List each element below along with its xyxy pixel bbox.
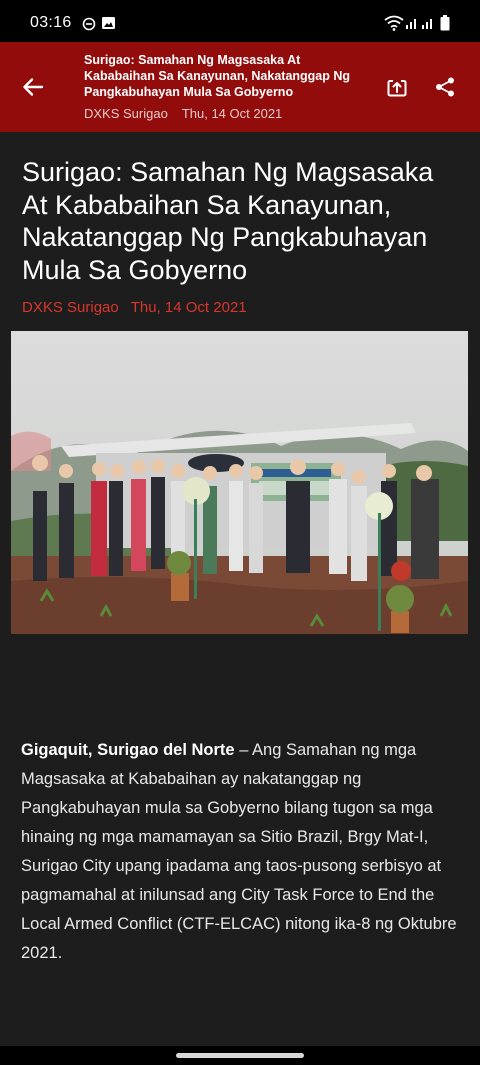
signal-icon (421, 16, 435, 35)
app-bar: Surigao: Samahan Ng Magsasaka At Kababai… (0, 42, 480, 132)
article-body: Gigaquit, Surigao del Norte – Ang Samaha… (21, 736, 461, 968)
status-time: 03:16 (30, 14, 72, 31)
back-arrow-icon[interactable] (20, 74, 46, 100)
home-gesture-handle[interactable] (176, 1053, 304, 1058)
app-bar-date: Thu, 14 Oct 2021 (181, 106, 283, 121)
article-body-text: – Ang Samahan ng mga Magsasaka at Kababa… (21, 741, 457, 962)
app-bar-source: DXKS Surigao (84, 106, 168, 121)
article-dateline: Gigaquit, Surigao del Norte (21, 741, 235, 759)
status-bar: 03:16 (0, 0, 480, 42)
share-icon[interactable] (434, 76, 456, 98)
article-headline: Surigao: Samahan Ng Magsasaka At Kababai… (22, 157, 434, 285)
article-source[interactable]: DXKS Surigao (22, 299, 119, 316)
app-bar-title: Surigao: Samahan Ng Magsasaka At Kababai… (84, 53, 351, 99)
article-meta: DXKS Surigao Thu, 14 Oct 2021 (22, 299, 259, 316)
wifi-icon (384, 15, 404, 36)
image-icon (101, 16, 116, 35)
battery-icon (440, 15, 450, 36)
article-date: Thu, 14 Oct 2021 (130, 299, 247, 316)
app-bar-meta: DXKS Surigao Thu, 14 Oct 2021 (84, 106, 296, 121)
dnd-icon (82, 17, 96, 36)
signal-icon (405, 16, 419, 35)
article-photo (11, 331, 468, 634)
open-in-browser-icon[interactable] (386, 76, 408, 98)
